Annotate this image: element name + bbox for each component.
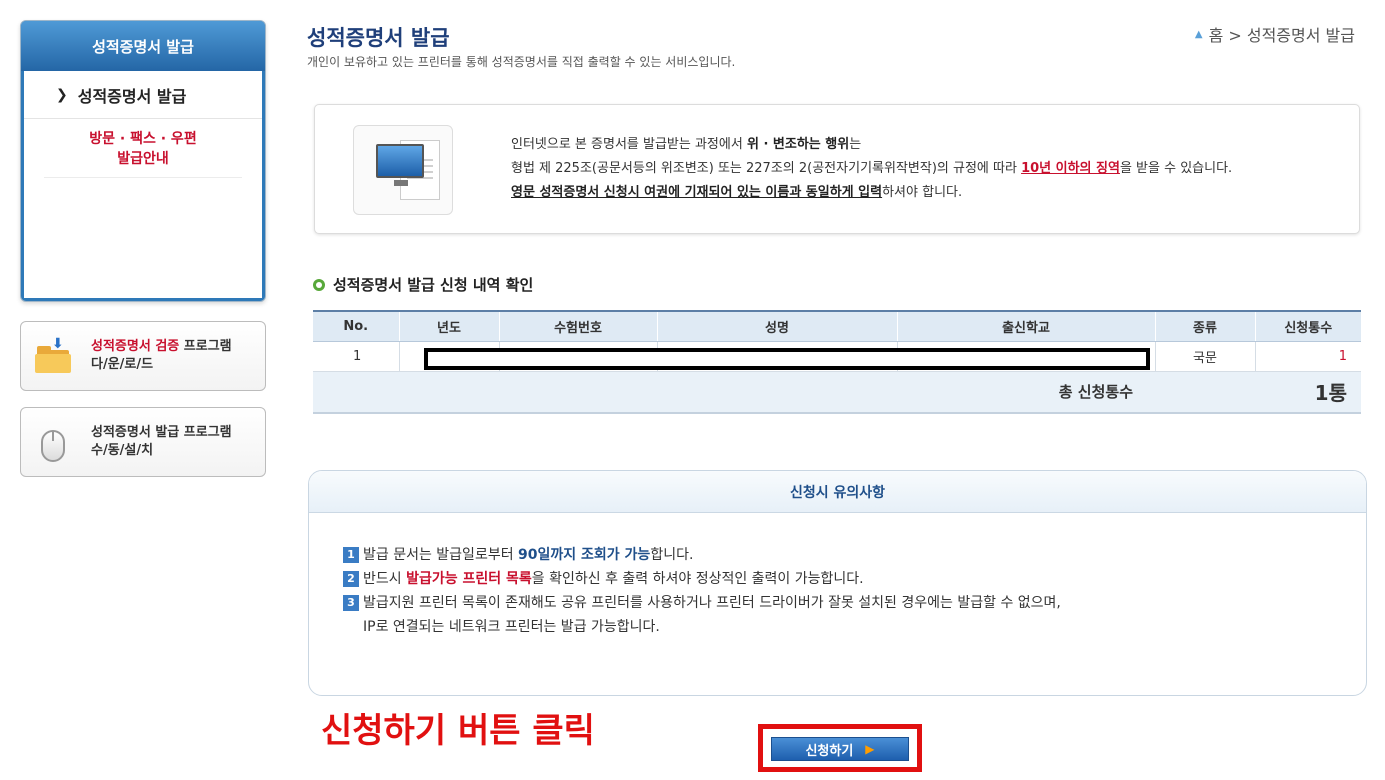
verify-program-label: 성적증명서 검증 프로그램 다/운/로/드 — [91, 338, 232, 374]
chevron-right-icon: ❯ — [56, 86, 68, 103]
column-header: 신청통수 — [1254, 310, 1361, 342]
sidebar-item-label: 방문 · 팩스 · 우편 — [89, 131, 197, 147]
list-item: 3 발급지원 프린터 목록이 존재해도 공유 프린터를 사용하거나 프린터 드라… — [343, 591, 1366, 615]
issue-program-install-button[interactable]: 성적증명서 발급 프로그램 수/동/설/치 — [20, 407, 266, 477]
notice-line2-red: 10년 이하의 징역 — [1021, 161, 1120, 176]
apply-button-highlight: 신청하기 ▶ — [758, 724, 922, 772]
caution-text: 을 확인하신 후 출력 하셔야 정상적인 출력이 가능합니다. — [531, 571, 864, 587]
arrow-right-icon: ▶ — [865, 742, 875, 756]
notice-line2-pre: 형법 제 225조(공문서등의 위조변조) 또는 227조의 2(공전자기기록위… — [511, 161, 1022, 176]
caution-text: 발급지원 프린터 목록이 존재해도 공유 프린터를 사용하거나 프린터 드라이버… — [363, 595, 1061, 611]
sidebar-body: ❯ 성적증명서 발급 방문 · 팩스 · 우편 발급안내 — [24, 71, 262, 298]
sidebar-item-visit-guide[interactable]: 방문 · 팩스 · 우편 발급안내 — [44, 129, 242, 178]
list-item: 2 반드시 발급가능 프린터 목록을 확인하신 후 출력 하셔야 정상적인 출력… — [343, 567, 1366, 591]
apply-button-label: 신청하기 — [805, 743, 854, 759]
printer-list-link[interactable]: 발급가능 프린터 목록 — [406, 571, 532, 587]
number-badge-icon: 3 — [343, 595, 359, 611]
redaction-box — [424, 348, 1150, 370]
verify-program-text: 프로그램 — [179, 339, 232, 354]
section-title-text: 성적증명서 발급 신청 내역 확인 — [333, 276, 534, 294]
home-icon: ▲ — [1194, 28, 1203, 40]
mouse-icon — [33, 422, 73, 462]
notice-line2-post: 을 받을 수 있습니다. — [1119, 161, 1233, 176]
total-label: 총 신청통수 — [313, 371, 1155, 414]
total-row: 총 신청통수 1통 — [313, 371, 1361, 414]
legal-notice-text: 인터넷으로 본 증명서를 발급받는 과정에서 위 · 변조하는 행위는 형법 제… — [511, 133, 1232, 205]
section-title: 성적증명서 발급 신청 내역 확인 — [313, 274, 533, 295]
folder-download-icon: ⬇ — [33, 336, 73, 376]
sidebar-header: 성적증명서 발급 — [21, 21, 265, 71]
table-header-row: No. 년도 수험번호 성명 출신학교 종류 신청통수 — [313, 310, 1361, 342]
cell-no: 1 — [313, 341, 399, 372]
notice-line3-post: 하셔야 합니다. — [882, 185, 963, 200]
issue-program-text: 성적증명서 발급 프로그램 — [91, 425, 232, 440]
caution-text: 반드시 — [363, 571, 407, 587]
sidebar-item-label: 발급안내 — [117, 151, 169, 167]
breadcrumb: ▲ 홈 > 성적증명서 발급 — [1195, 22, 1355, 46]
cautions-list: 1 발급 문서는 발급일로부터 90일까지 조회가 가능합니다. 2 반드시 발… — [343, 543, 1366, 639]
column-header: 성명 — [656, 310, 897, 342]
issue-program-label: 성적증명서 발급 프로그램 수/동/설/치 — [91, 424, 232, 460]
list-item: 1 발급 문서는 발급일로부터 90일까지 조회가 가능합니다. — [343, 543, 1366, 567]
cautions-box: 신청시 유의사항 1 발급 문서는 발급일로부터 90일까지 조회가 가능합니다… — [308, 470, 1367, 696]
sidebar-item-label: 성적증명서 발급 — [77, 86, 187, 106]
apply-button[interactable]: 신청하기 ▶ — [771, 737, 909, 761]
column-header: 수험번호 — [498, 310, 657, 342]
page-title: 성적증명서 발급 — [307, 26, 450, 50]
cell-count: 1 — [1254, 341, 1361, 372]
notice-line1-pre: 인터넷으로 본 증명서를 발급받는 과정에서 — [511, 137, 747, 152]
sidebar-menu: 성적증명서 발급 ❯ 성적증명서 발급 방문 · 팩스 · 우편 발급안내 — [20, 20, 266, 302]
notice-line1-post: 는 — [849, 137, 862, 152]
verify-program-download-button[interactable]: ⬇ 성적증명서 검증 프로그램 다/운/로/드 — [20, 321, 266, 391]
verify-program-line2: 다/운/로/드 — [91, 357, 154, 372]
column-header: 종류 — [1154, 310, 1255, 342]
number-badge-icon: 1 — [343, 547, 359, 563]
caution-emphasis: 90일까지 조회가 가능 — [518, 547, 651, 563]
cell-type: 국문 — [1154, 341, 1255, 372]
issue-program-line2: 수/동/설/치 — [91, 443, 154, 458]
sidebar-item-issue[interactable]: ❯ 성적증명서 발급 — [24, 71, 262, 119]
caution-text-line2: IP로 연결되는 네트워크 프린터는 발급 가능합니다. — [363, 619, 660, 635]
verify-program-red-text: 성적증명서 검증 — [91, 339, 180, 354]
caution-text: 발급 문서는 발급일로부터 — [363, 547, 519, 563]
column-header: 년도 — [398, 310, 499, 342]
breadcrumb-text[interactable]: 홈 > 성적증명서 발급 — [1209, 22, 1355, 46]
page-subtitle: 개인이 보유하고 있는 프린터를 통해 성적증명서를 직접 출력할 수 있는 서… — [307, 55, 736, 69]
instruction-annotation: 신청하기 버튼 클릭 — [321, 711, 595, 751]
column-header: 출신학교 — [896, 310, 1155, 342]
cautions-title: 신청시 유의사항 — [309, 471, 1366, 513]
bullet-icon — [313, 278, 325, 291]
certificate-document-icon — [353, 125, 453, 215]
total-value: 1통 — [1155, 371, 1361, 414]
column-header: No. — [313, 310, 399, 342]
notice-line3-underline: 영문 성적증명서 신청시 여권에 기재되어 있는 이름과 동일하게 입력 — [511, 185, 883, 200]
notice-line1-bold: 위 · 변조하는 행위 — [746, 137, 850, 152]
legal-notice-box: 인터넷으로 본 증명서를 발급받는 과정에서 위 · 변조하는 행위는 형법 제… — [314, 104, 1360, 234]
caution-text: 합니다. — [650, 547, 694, 563]
number-badge-icon: 2 — [343, 571, 359, 587]
